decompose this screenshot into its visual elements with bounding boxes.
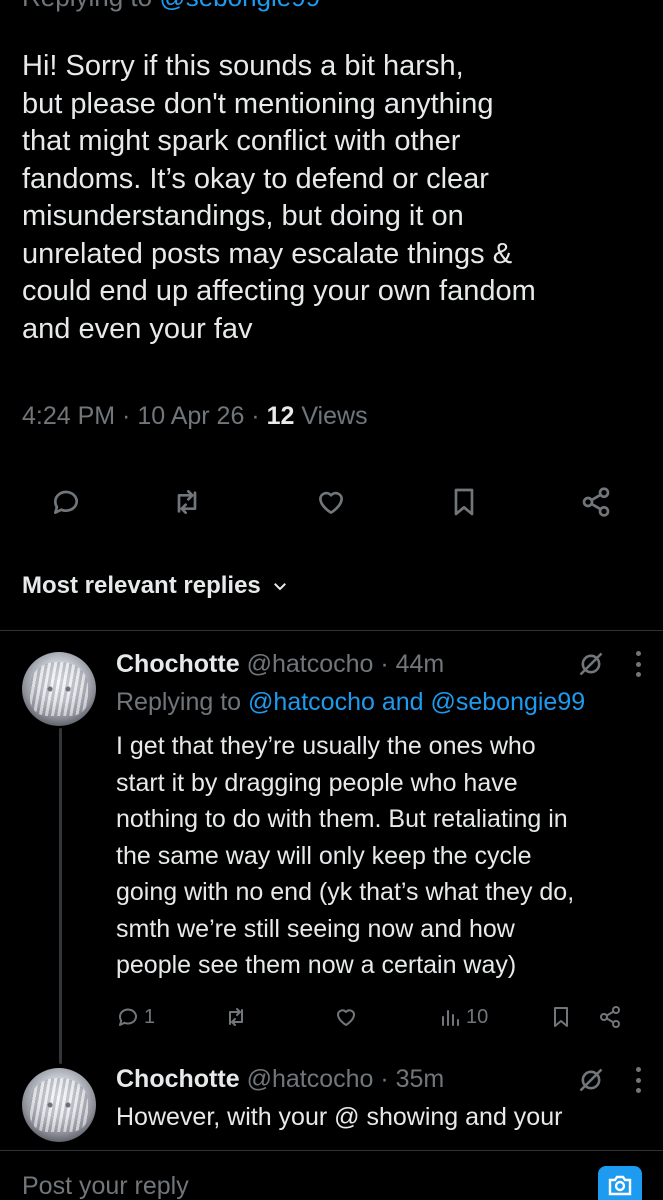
meta-separator: · [244,402,267,430]
sort-label: Most relevant replies [22,572,261,599]
tweet-text: Hi! Sorry if this sounds a bit harsh, bu… [22,50,536,345]
grok-icon[interactable] [577,1066,605,1094]
meta-separator: · [373,650,396,678]
divider [0,1150,663,1151]
thread-line [59,728,62,1064]
like-button[interactable] [307,478,355,526]
reply-header-icons [577,650,641,678]
reply-replying-to: Replying to @hatcocho and @sebongie99 [116,688,585,717]
reply-count: 1 [144,1005,156,1028]
tweet-time[interactable]: 4:24 PM [22,402,115,430]
camera-icon [608,1175,632,1196]
bookmark-button[interactable] [440,478,488,526]
reply-icon [119,1008,137,1026]
reply-author-name[interactable]: Chochotte [116,650,240,678]
like-icon [319,491,343,514]
avatar[interactable] [22,1068,96,1142]
share-icon [582,487,610,517]
replying-to-handle[interactable]: @sebongie99 [159,0,320,12]
replying-to-handles[interactable]: @hatcocho and @sebongie99 [248,688,585,716]
view-count: 10 [466,1005,489,1028]
grok-icon[interactable] [577,650,605,678]
bookmark-icon [554,1007,568,1027]
reply-time[interactable]: 35m [396,1065,445,1093]
avatar[interactable] [22,652,96,726]
share-button[interactable] [598,1000,622,1034]
views-label: Views [294,402,368,430]
reply-compose-input[interactable]: Post your reply [22,1172,189,1200]
more-options-icon[interactable] [635,1067,641,1093]
share-icon [600,1006,620,1028]
reply-icon [54,490,78,514]
retweet-icon [177,490,197,514]
reply-header: Chochotte @hatcocho · 44m [116,650,444,679]
divider [0,630,663,631]
bookmark-icon [454,488,474,516]
analytics-icon [442,1010,459,1026]
retweet-icon [229,1008,243,1026]
tweet-action-bar [0,478,663,526]
avatar-eyes [44,686,74,692]
more-options-icon[interactable] [635,651,641,677]
reply-text: I get that they’re usually the ones who … [116,732,575,979]
views-button[interactable]: 10 [438,1000,488,1034]
reply-author-handle[interactable]: @hatcocho [247,1065,374,1093]
retweet-button[interactable] [224,1000,248,1034]
replying-to-header: Replying to @sebongie99 [22,0,320,13]
share-button[interactable] [572,478,620,526]
bookmark-button[interactable] [549,1000,573,1034]
chevron-down-icon [273,583,286,591]
tweet-meta: 4:24 PM · 10 Apr 26 · 12 Views [22,402,368,431]
reply-header: Chochotte @hatcocho · 35m [116,1065,444,1094]
reply-button[interactable] [42,478,90,526]
like-icon [337,1009,355,1026]
retweet-button[interactable] [163,478,211,526]
replying-to-prefix: Replying to [116,688,249,716]
reply-author-name[interactable]: Chochotte [116,1065,240,1093]
camera-button[interactable] [598,1166,642,1200]
reply-action-bar: 1 10 [116,1000,646,1034]
meta-separator: · [115,402,138,430]
tweet-date[interactable]: 10 Apr 26 [137,402,244,430]
replies-sort-selector[interactable]: Most relevant replies [22,572,289,600]
views-count[interactable]: 12 [267,402,295,430]
meta-separator: · [373,1065,396,1093]
replying-to-prefix: Replying to [22,0,159,12]
avatar-eyes [44,1102,74,1108]
like-button[interactable] [334,1000,358,1034]
reply-header-icons [577,1066,641,1094]
reply-time[interactable]: 44m [396,650,445,678]
reply-author-handle[interactable]: @hatcocho [247,650,374,678]
reply-text: However, with your @ showing and your [116,1103,563,1131]
reply-button[interactable]: 1 [116,1000,155,1034]
